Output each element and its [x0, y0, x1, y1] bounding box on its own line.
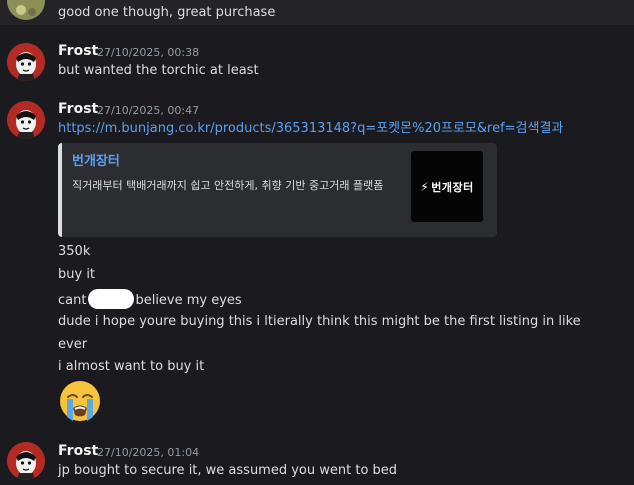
message-text: believe my eyes	[135, 293, 242, 308]
message-text: buy it	[58, 267, 96, 282]
product-link[interactable]: https://m.bunjang.co.kr/products/3653131…	[58, 120, 563, 138]
embed-thumbnail[interactable]: ⚡ 번개장터	[411, 151, 483, 222]
embed-title-link[interactable]: 번개장터	[72, 150, 120, 169]
message-text: jp bought to secure it, we assumed you w…	[58, 463, 398, 478]
message-text: cant	[58, 293, 87, 308]
message-text: 350k	[58, 244, 91, 259]
thumbnail-brand-text: 번개장터	[431, 180, 474, 194]
username[interactable]: Frost	[58, 43, 98, 59]
username[interactable]: Frost	[58, 101, 98, 117]
loudly-crying-face-emoji[interactable]	[58, 379, 102, 423]
username[interactable]: Frost	[58, 443, 98, 459]
link-embed: 번개장터 직거래부터 택배거래까지 쉽고 안전하게, 취향 기반 중고거래 플랫…	[58, 143, 497, 237]
message-text: i almost want to buy it	[58, 359, 205, 374]
message-text-redacted-line: cant believe my eyes	[58, 289, 242, 310]
avatar[interactable]	[7, 442, 45, 480]
message-text: ever	[58, 337, 88, 352]
redaction-blob	[88, 289, 135, 309]
message-text: good one though, great purchase	[58, 5, 276, 20]
chat-area: good one though, great purchase Frost 27…	[0, 0, 634, 485]
timestamp[interactable]: 27/10/2025, 00:47	[97, 104, 199, 117]
message-text: but wanted the torchic at least	[58, 63, 259, 78]
avatar[interactable]	[7, 101, 45, 139]
lightning-bolt-icon: ⚡	[420, 179, 430, 194]
message-text: dude i hope youre buying this i ltierall…	[58, 314, 581, 329]
timestamp[interactable]: 27/10/2025, 01:04	[97, 446, 199, 459]
embed-description: 직거래부터 택배거래까지 쉽고 안전하게, 취향 기반 중고거래 플랫폼	[72, 179, 384, 192]
avatar[interactable]	[7, 43, 45, 81]
timestamp[interactable]: 27/10/2025, 00:38	[97, 46, 199, 59]
